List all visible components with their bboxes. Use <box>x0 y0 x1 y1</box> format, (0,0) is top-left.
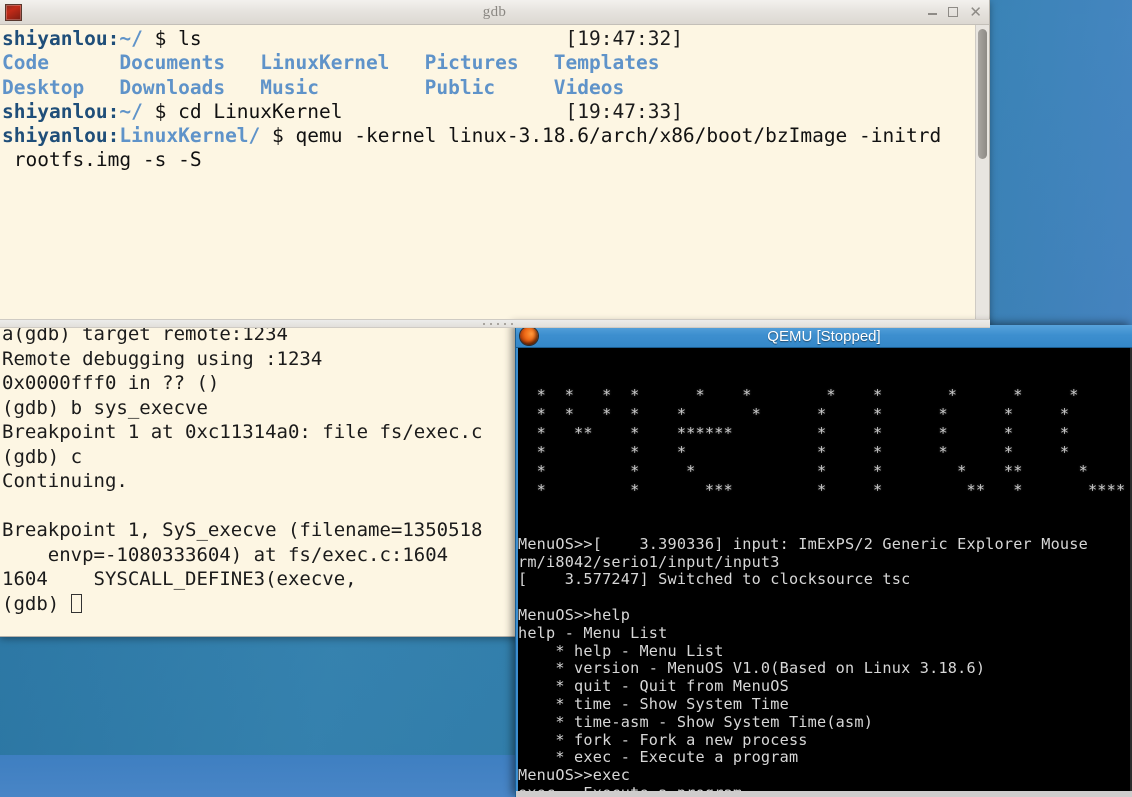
shell-output[interactable]: shiyanlou:~/ $ ls [19:47:32] Code Documen… <box>0 25 975 319</box>
menuos-console-line: * time - Show System Time <box>518 694 789 713</box>
shell-directory-listing: Code Documents LinuxKernel Pictures Temp… <box>2 51 660 75</box>
qemu-window-bottom-edge <box>516 791 1132 797</box>
close-icon[interactable]: ✕ <box>969 5 982 20</box>
menuos-console-line: MenuOS>>exec <box>518 766 631 785</box>
menuos-console-line: help - Menu List <box>518 623 668 642</box>
shell-line: shiyanlou:LinuxKernel/ $ qemu -kernel li… <box>2 124 971 148</box>
menuos-console-line: * fork - Fork a new process <box>518 730 808 749</box>
scrollbar-thumb[interactable] <box>978 29 987 159</box>
shell-line: Code Documents LinuxKernel Pictures Temp… <box>2 51 971 75</box>
menuos-console-output: MenuOS>>[ 3.390336] input: ImExPS/2 Gene… <box>518 534 1130 791</box>
menuos-console-line: rm/i8042/serio1/input/input3 <box>518 552 780 571</box>
shell-pane[interactable]: shiyanlou:~/ $ ls [19:47:32] Code Documen… <box>0 25 989 319</box>
menuos-console-line: * quit - Quit from MenuOS <box>518 677 789 696</box>
shell-prompt-host: shiyanlou: <box>2 27 120 50</box>
shell-pane-scrollbar[interactable] <box>975 25 989 319</box>
gdb-text-cursor <box>70 593 82 613</box>
shell-command-continuation: rootfs.img -s -S <box>2 148 202 172</box>
shell-command: $ qemu -kernel linux-3.18.6/arch/x86/boo… <box>260 124 942 148</box>
shell-command: $ ls <box>142 27 202 50</box>
shell-line: rootfs.img -s -S <box>2 148 971 172</box>
shell-prompt-host: shiyanlou: <box>2 124 120 148</box>
menuos-ascii-banner: * * * * * * * * * * * * * * * * * * * * *… <box>536 385 1126 500</box>
maximize-icon[interactable] <box>948 7 959 17</box>
shell-timestamp: [19:47:32] <box>201 27 683 50</box>
shell-prompt-host: shiyanlou: <box>2 99 120 123</box>
shell-line: shiyanlou:~/ $ ls [19:47:32] <box>2 27 971 51</box>
shell-directory-listing: Desktop Downloads Music Public Videos <box>2 75 625 99</box>
shell-prompt-path: ~/ <box>119 99 143 123</box>
shell-prompt-path: ~/ <box>119 27 143 50</box>
qemu-guest-screen[interactable]: * * * * * * * * * * * * * * * * * * * * *… <box>516 348 1132 791</box>
gdb-window-controls: ✕ <box>928 5 982 20</box>
shell-line: Desktop Downloads Music Public Videos <box>2 76 971 100</box>
menuos-console-line: exec - Execute a program <box>518 784 1130 791</box>
qemu-window-title: QEMU [Stopped] <box>767 327 881 345</box>
menuos-console-line: [ 3.577247] Switched to clocksource tsc <box>518 570 911 589</box>
menuos-console-line: MenuOS>>[ 3.390336] input: ImExPS/2 Gene… <box>518 534 1088 553</box>
qemu-titlebar[interactable]: QEMU [Stopped] <box>516 325 1132 348</box>
shell-timestamp: [19:47:33] <box>342 99 683 123</box>
menuos-console-line: MenuOS>>help <box>518 605 631 624</box>
menuos-console-line: * exec - Execute a program <box>518 748 799 767</box>
shell-line: shiyanlou:~/ $ cd LinuxKernel [19:47:33] <box>2 100 971 124</box>
shell-command: $ cd LinuxKernel <box>142 99 343 123</box>
gdb-titlebar[interactable]: gdb ✕ <box>0 0 989 25</box>
menuos-console-line: * version - MenuOS V1.0(Based on Linux 3… <box>518 659 986 678</box>
minimize-icon[interactable] <box>928 12 938 15</box>
menuos-console-line <box>518 589 1130 607</box>
menuos-console-line: * time-asm - Show System Time(asm) <box>518 712 874 731</box>
menuos-console-line: * help - Menu List <box>518 641 724 660</box>
menuos-console[interactable]: * * * * * * * * * * * * * * * * * * * * *… <box>518 348 1130 791</box>
qemu-window[interactable]: QEMU [Stopped] * * * * * * * * * * * * *… <box>515 325 1132 797</box>
pane-splitter-handle[interactable] <box>0 319 990 328</box>
splitter-grip-dots <box>483 322 513 325</box>
shell-prompt-path: LinuxKernel/ <box>119 124 261 148</box>
gdb-window-title: gdb <box>482 3 507 20</box>
